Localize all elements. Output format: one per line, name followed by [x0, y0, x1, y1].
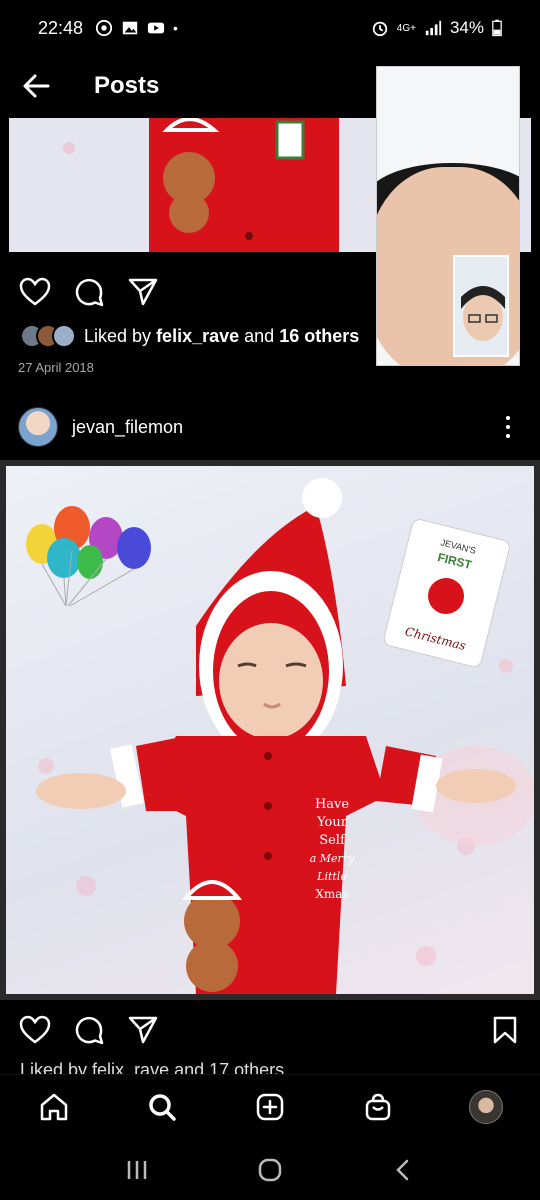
search-icon [149, 1093, 176, 1121]
likes-row-peek: Liked by felix_rave and 17 others [20, 1060, 285, 1074]
battery-level: 34% [449, 18, 484, 37]
like-button[interactable] [16, 1011, 54, 1049]
profile-avatar [469, 1089, 503, 1124]
comment-button[interactable] [70, 1011, 108, 1049]
onesie-line: Have [315, 797, 349, 812]
more-icon [506, 416, 510, 420]
system-back-button[interactable] [388, 1155, 418, 1185]
notification-icons: • [95, 19, 178, 37]
whatsapp-icon [95, 19, 113, 37]
home-system-button[interactable] [255, 1155, 285, 1185]
liked-by-prefix: Liked by [84, 325, 152, 346]
comment-icon [75, 1016, 104, 1045]
onesie-line: Xmas [315, 887, 348, 901]
more-options-button[interactable] [498, 412, 518, 442]
share-button[interactable] [124, 1011, 162, 1049]
comment-icon [75, 278, 104, 307]
liker-avatars [20, 324, 76, 348]
post-header: jevan_filemon [0, 400, 540, 454]
send-icon [128, 1016, 158, 1044]
back-arrow-icon [23, 74, 50, 98]
gallery-icon [122, 21, 138, 35]
bottom-navigation [0, 1074, 540, 1138]
christmas-card: JEVAN'S FIRST Christmas [383, 519, 510, 668]
onesie-line: a Merry [310, 852, 355, 865]
network-type: 4G+ [396, 22, 416, 34]
send-icon [128, 278, 158, 306]
more-icon-dot [506, 434, 510, 438]
page-title: Posts [94, 72, 160, 99]
baby-photo-illustration: JEVAN'S FIRST Christmas Have Your Self a… [26, 478, 534, 994]
onesie-line: Your [316, 815, 348, 830]
shop-icon [365, 1093, 391, 1120]
more-notifications-icon: • [173, 20, 178, 36]
nav-home[interactable] [32, 1085, 76, 1129]
post-image[interactable]: JEVAN'S FIRST Christmas Have Your Self a… [0, 460, 540, 1000]
system-navigation [0, 1140, 540, 1200]
heart-icon [19, 1015, 51, 1044]
nav-shop[interactable] [356, 1085, 400, 1129]
youtube-icon [147, 22, 165, 34]
nav-create[interactable] [248, 1085, 292, 1129]
post-date: 27 April 2018 [18, 360, 94, 375]
bookmark-icon [493, 1016, 517, 1044]
self-video-image [455, 257, 507, 355]
home-circle-icon [258, 1158, 282, 1182]
more-icon-dot [506, 425, 510, 429]
recent-apps-icon [127, 1161, 146, 1179]
user-avatar[interactable] [18, 407, 58, 447]
alarm-icon [372, 21, 387, 37]
nav-profile[interactable] [464, 1085, 508, 1129]
avatar [52, 324, 76, 348]
share-button[interactable] [124, 273, 162, 311]
add-post-icon [256, 1093, 284, 1120]
likes-row[interactable]: Liked by felix_rave and 16 others [20, 324, 359, 348]
onesie-line: Self [319, 833, 346, 848]
status-time: 22:48 [38, 17, 84, 38]
battery-icon [492, 19, 502, 37]
onesie-line: Little [316, 870, 347, 883]
heart-icon [19, 277, 51, 306]
back-button[interactable] [16, 66, 56, 106]
signal-icon [425, 20, 442, 36]
nav-search[interactable] [140, 1085, 184, 1129]
liked-and: and [244, 325, 275, 346]
self-video-preview[interactable] [453, 255, 509, 357]
status-bar: 22:48 • 4G+ 34% [0, 0, 540, 56]
liked-user[interactable]: felix_rave [156, 326, 239, 347]
system-status: 4G+ 34% [371, 18, 502, 38]
home-icon [40, 1093, 68, 1120]
balloons-sticker [26, 506, 151, 607]
post2-actions [0, 1008, 540, 1052]
video-call-overlay[interactable] [376, 66, 520, 366]
liked-others[interactable]: 16 others [279, 326, 359, 347]
chevron-left-icon [396, 1159, 409, 1181]
comment-button[interactable] [70, 273, 108, 311]
save-button[interactable] [486, 1011, 524, 1049]
like-button[interactable] [16, 273, 54, 311]
post-photo: JEVAN'S FIRST Christmas Have Your Self a… [6, 466, 534, 994]
username[interactable]: jevan_filemon [72, 417, 183, 438]
recent-apps-button[interactable] [122, 1155, 152, 1185]
